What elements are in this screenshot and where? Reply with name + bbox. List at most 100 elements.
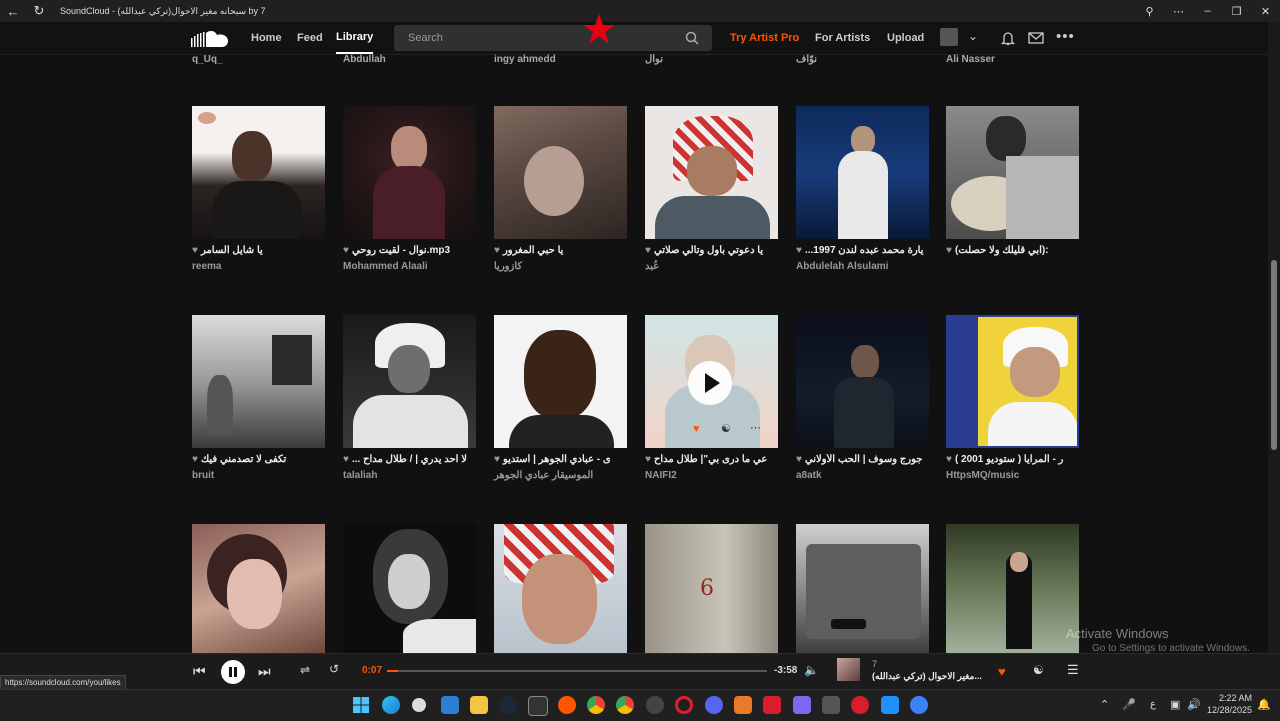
soundcloud-logo-icon[interactable] bbox=[191, 30, 229, 47]
track-title[interactable]: ♥ يا شايل السامر bbox=[192, 245, 325, 256]
bell-icon[interactable] bbox=[1001, 31, 1015, 46]
chrome-profile-icon[interactable] bbox=[616, 696, 634, 714]
for-artists-link[interactable]: For Artists bbox=[815, 22, 870, 54]
chevron-down-icon[interactable]: ⌄ bbox=[968, 29, 978, 43]
heart-icon[interactable]: ♥ bbox=[343, 454, 349, 465]
scrollbar-thumb[interactable] bbox=[1271, 260, 1277, 450]
track-artwork[interactable] bbox=[796, 524, 929, 653]
track-artist[interactable]: كازوريا bbox=[494, 261, 522, 272]
clock-time[interactable]: 2:22 AM bbox=[1208, 693, 1252, 703]
track-artist[interactable]: عُبد bbox=[645, 261, 659, 272]
heart-icon[interactable]: ♥ bbox=[494, 454, 500, 465]
track-artist[interactable]: الموسيقار عبادي الجوهر bbox=[494, 470, 593, 481]
app-icon[interactable] bbox=[881, 696, 899, 714]
opera-icon[interactable] bbox=[675, 696, 693, 714]
windows-start-icon[interactable] bbox=[353, 697, 369, 713]
track-artwork[interactable]: 6 bbox=[645, 524, 778, 653]
nav-library[interactable]: Library bbox=[336, 22, 374, 54]
heart-icon[interactable]: ♥ bbox=[645, 245, 651, 256]
heart-icon[interactable]: ♥ bbox=[645, 454, 651, 465]
file-explorer-icon[interactable] bbox=[470, 696, 488, 714]
repeat-icon[interactable]: ↺ bbox=[329, 662, 339, 676]
clock-date[interactable]: 12/28/2025 bbox=[1203, 705, 1252, 715]
track-artist[interactable]: reema bbox=[192, 261, 221, 272]
heart-icon[interactable]: ♥ bbox=[946, 245, 952, 256]
heart-icon[interactable]: ♥ bbox=[192, 245, 198, 256]
more-menu-icon[interactable]: ⋯ bbox=[1164, 0, 1193, 22]
track-title[interactable]: ♥ ر - المرايا ( ستوديو 2001 ) bbox=[946, 454, 1079, 465]
minimize-icon[interactable]: – bbox=[1193, 0, 1222, 22]
track-artwork[interactable] bbox=[645, 106, 778, 239]
heart-icon[interactable]: ♥ bbox=[192, 454, 198, 465]
settings-gear-icon[interactable] bbox=[412, 698, 426, 712]
track-title[interactable]: ♥ نوال - لقيت روحي.mp3 bbox=[343, 245, 476, 256]
page-scrollbar[interactable] bbox=[1268, 22, 1280, 653]
app-icon[interactable] bbox=[910, 696, 928, 714]
heart-icon[interactable]: ♥ bbox=[796, 245, 802, 256]
list-item-user[interactable]: q_Uq_ bbox=[192, 54, 223, 65]
track-artist[interactable]: bruit bbox=[192, 470, 214, 481]
app-icon[interactable] bbox=[822, 696, 840, 714]
track-artwork[interactable]: ♥ ☯ ⋯ bbox=[645, 315, 778, 448]
track-artwork[interactable] bbox=[796, 106, 929, 239]
volume-icon[interactable]: 🔈 bbox=[804, 663, 819, 677]
tray-chevron-icon[interactable]: ⌃ bbox=[1100, 698, 1109, 711]
track-artist[interactable]: Abdulelah Alsulami bbox=[796, 261, 888, 272]
track-artwork[interactable] bbox=[343, 524, 476, 653]
track-artwork[interactable] bbox=[343, 315, 476, 448]
notification-icon[interactable]: 🔔 bbox=[1257, 698, 1271, 711]
back-arrow-icon[interactable]: ← bbox=[0, 0, 26, 22]
network-icon[interactable]: ▣ bbox=[1170, 698, 1180, 711]
track-artwork[interactable] bbox=[946, 524, 1079, 653]
more-options-icon[interactable]: ⋯ bbox=[750, 421, 761, 434]
queue-icon[interactable]: ☰ bbox=[1067, 662, 1079, 678]
input-language[interactable]: ع bbox=[1150, 699, 1156, 710]
epic-games-icon[interactable] bbox=[528, 696, 548, 716]
steam-icon[interactable] bbox=[499, 696, 517, 714]
track-title[interactable]: ♥ ى - عبادي الجوهر | استديو bbox=[494, 454, 627, 465]
track-title[interactable]: ♥ جورج وسوف | الحب الأولاني bbox=[796, 454, 929, 465]
store-icon[interactable] bbox=[441, 696, 459, 714]
track-artwork[interactable] bbox=[343, 106, 476, 239]
shuffle-icon[interactable]: ⇌ bbox=[300, 663, 310, 677]
app-icon[interactable] bbox=[763, 696, 781, 714]
app-icon[interactable] bbox=[793, 696, 811, 714]
soundcloud-app-icon[interactable] bbox=[558, 696, 576, 714]
now-playing-title[interactable]: مغير الاحوال (تركي عبدالله)... bbox=[872, 671, 982, 682]
avatar[interactable] bbox=[940, 28, 958, 46]
track-title[interactable]: ♥ (ابي قليلك ولا حصلت): bbox=[946, 245, 1079, 256]
like-heart-icon[interactable]: ♥ bbox=[998, 664, 1006, 679]
close-icon[interactable]: ✕ bbox=[1251, 0, 1280, 22]
volume-tray-icon[interactable]: 🔊 bbox=[1187, 698, 1201, 711]
heart-icon[interactable]: ♥ bbox=[494, 245, 500, 256]
track-artwork[interactable] bbox=[494, 524, 627, 653]
track-title[interactable]: ♥ يا دعوتي بأول وتالي صلاتي bbox=[645, 245, 778, 256]
vlc-icon[interactable] bbox=[734, 696, 752, 714]
track-artwork[interactable] bbox=[192, 106, 325, 239]
list-item-user[interactable]: نوال bbox=[645, 54, 663, 65]
heart-icon[interactable]: ♥ bbox=[946, 454, 952, 465]
nav-home[interactable]: Home bbox=[251, 22, 282, 54]
follow-user-icon[interactable]: ☯ bbox=[1033, 663, 1044, 677]
repost-icon[interactable]: ☯ bbox=[721, 422, 731, 435]
heart-icon[interactable]: ♥ bbox=[796, 454, 802, 465]
search-icon[interactable] bbox=[685, 31, 699, 45]
track-artwork[interactable] bbox=[946, 315, 1079, 448]
track-title[interactable]: ♥ عي ما درى بي"| طلال مداح bbox=[645, 454, 778, 465]
track-artist[interactable]: a8atk bbox=[796, 470, 822, 481]
nav-feed[interactable]: Feed bbox=[297, 22, 323, 54]
microphone-icon[interactable]: 🎤 bbox=[1122, 698, 1136, 711]
track-title[interactable]: ♥... لا أحد يدري | / طلال مداح bbox=[343, 454, 476, 465]
reload-icon[interactable]: ↻ bbox=[26, 0, 52, 22]
chrome-icon[interactable] bbox=[587, 696, 605, 714]
track-title[interactable]: ♥ يا حبي المغرور bbox=[494, 245, 627, 256]
pause-button[interactable] bbox=[221, 660, 245, 684]
list-item-user[interactable]: Abdullah bbox=[343, 54, 386, 65]
track-artwork[interactable] bbox=[796, 315, 929, 448]
edge-icon[interactable] bbox=[382, 696, 400, 714]
zoom-icon[interactable]: ⚲ bbox=[1135, 0, 1164, 22]
heart-icon[interactable]: ♥ bbox=[343, 245, 349, 256]
play-button[interactable] bbox=[688, 361, 732, 405]
track-artwork[interactable] bbox=[946, 106, 1079, 239]
track-artwork[interactable] bbox=[192, 524, 325, 653]
